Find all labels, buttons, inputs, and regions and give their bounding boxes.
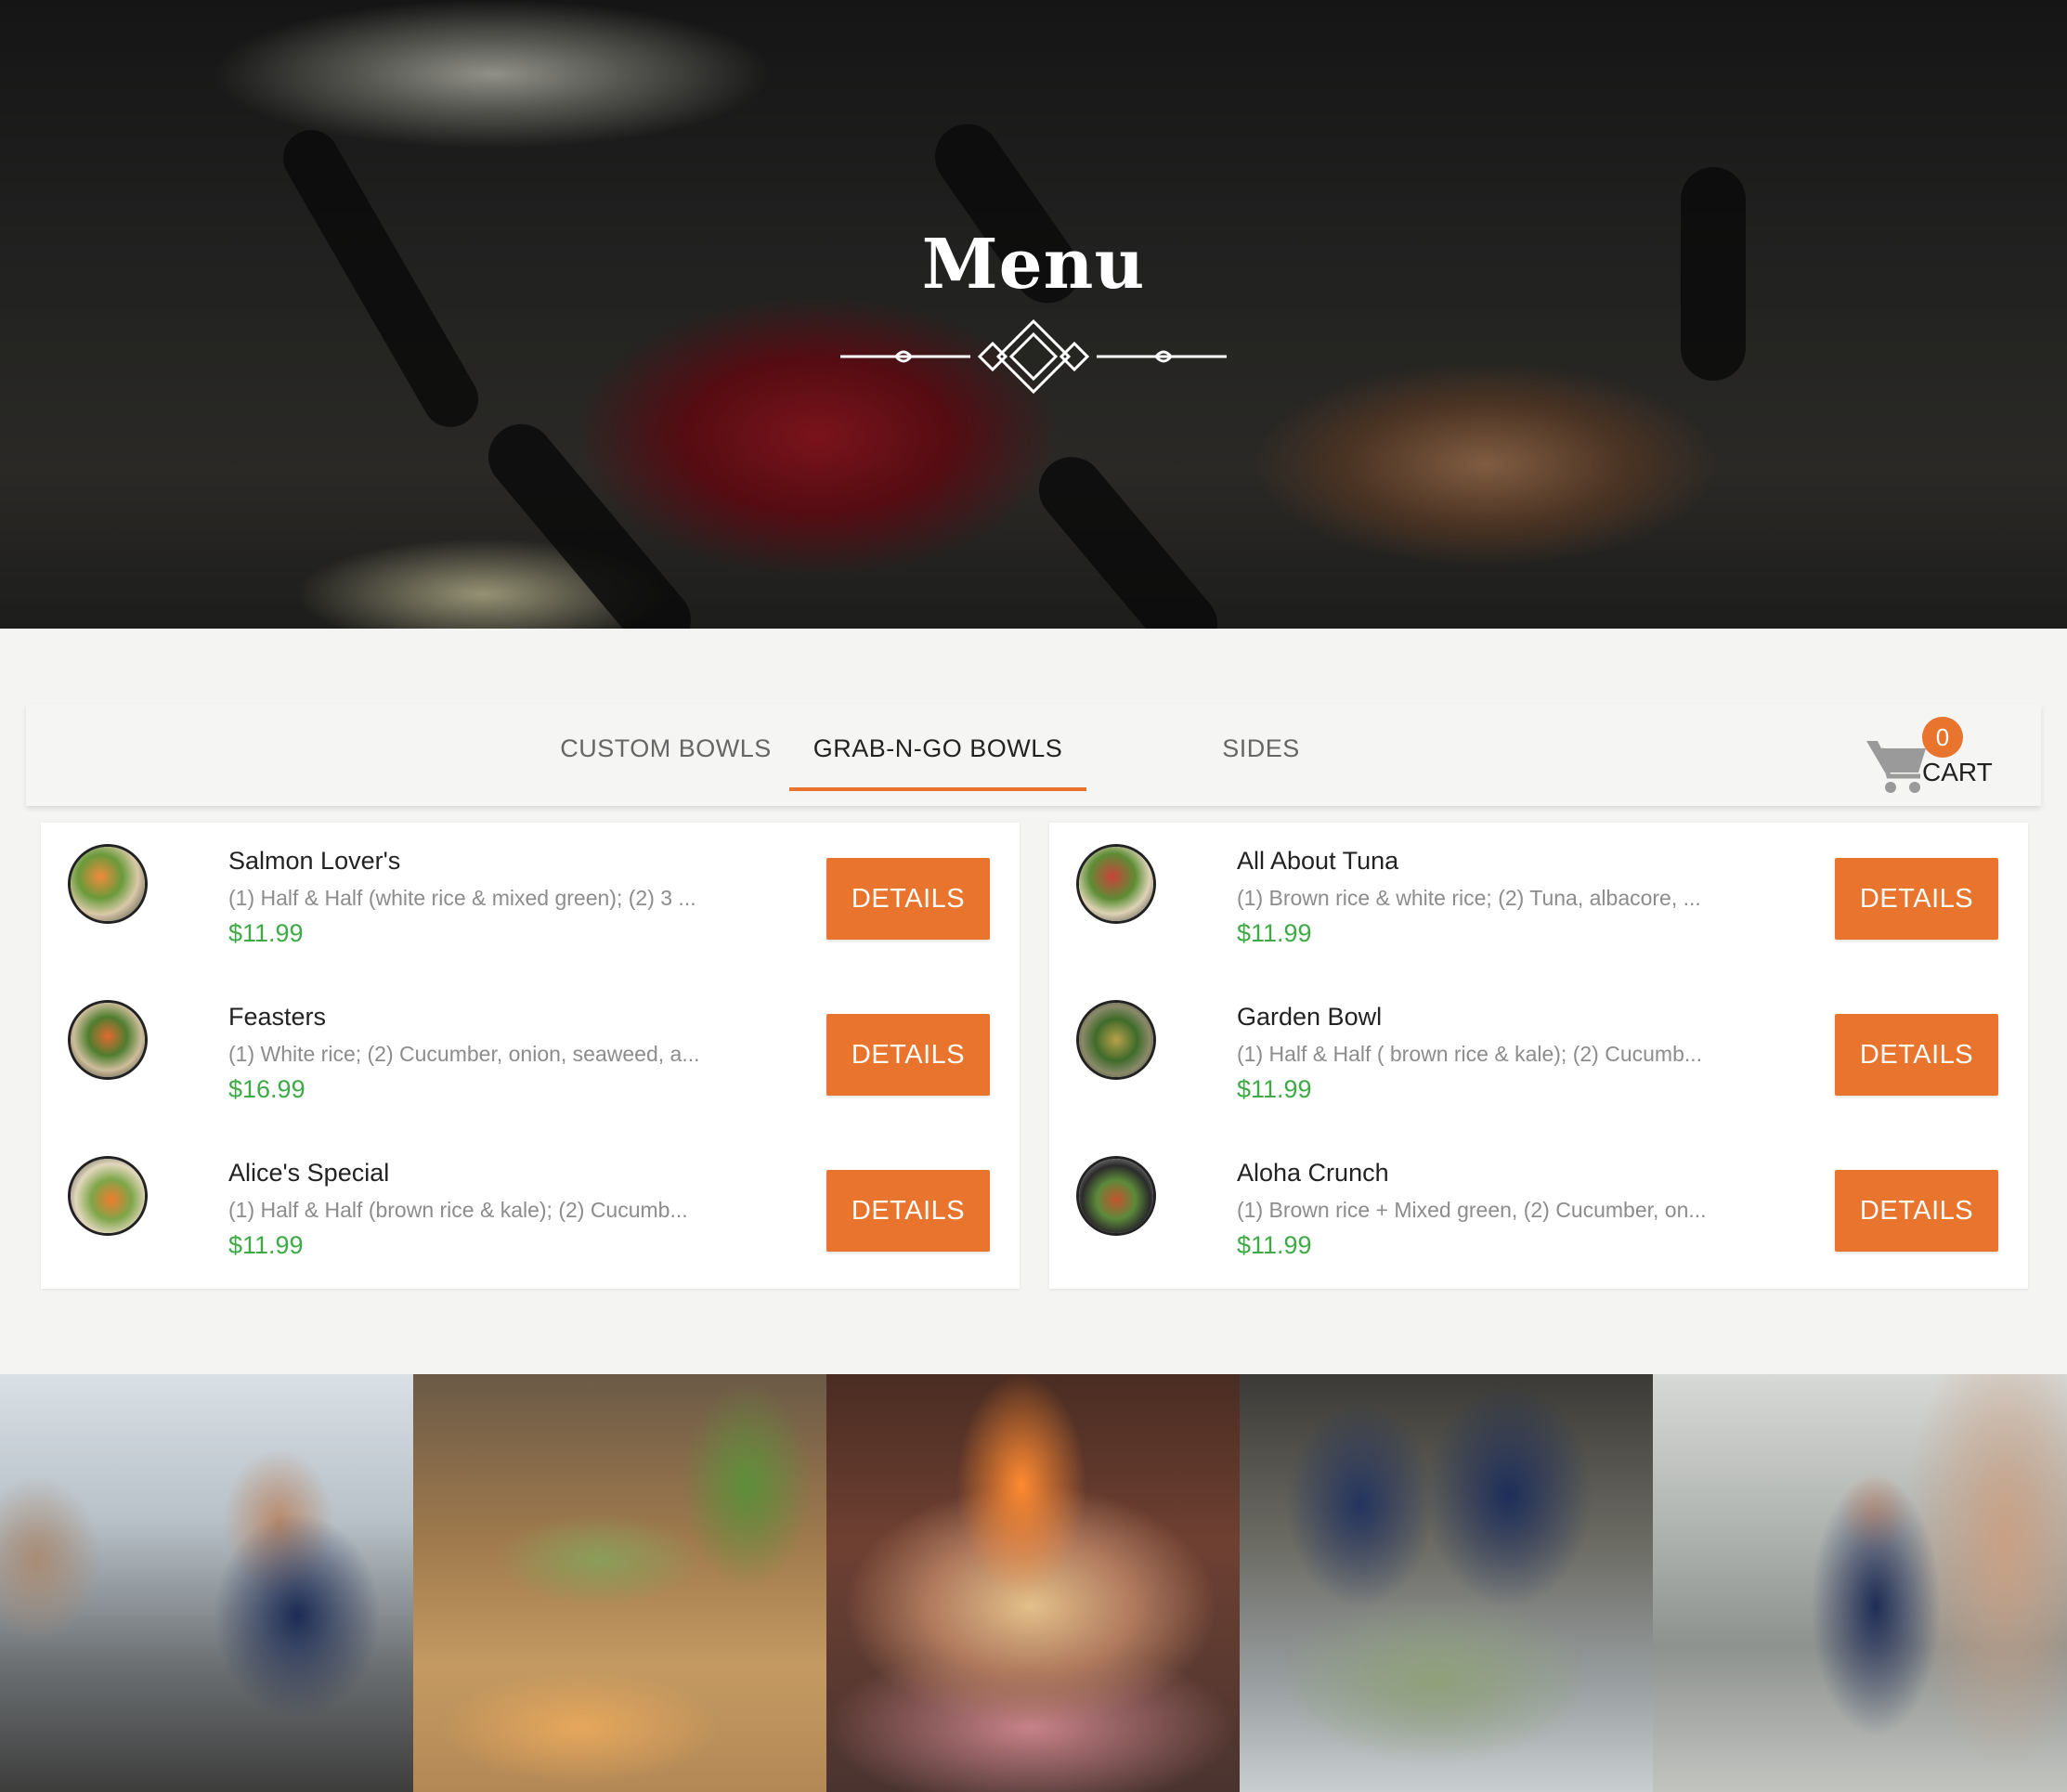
tab-custom-bowls[interactable]: CUSTOM BOWLS: [522, 704, 810, 806]
item-price: $11.99: [1237, 1231, 1312, 1259]
page-title: Menu: [921, 225, 1146, 305]
salmon-bowl-thumbnail: [71, 847, 145, 921]
menu-item-all-about-tuna: All About Tuna (1) Brown rice & white ri…: [1049, 823, 2028, 979]
details-button[interactable]: DETAILS: [826, 1170, 990, 1252]
menu-item-alices-special: Alice's Special (1) Half & Half (brown r…: [41, 1135, 1020, 1291]
item-price: $11.99: [228, 919, 304, 947]
item-price: $11.99: [228, 1231, 304, 1259]
menu-item-garden-bowl: Garden Bowl (1) Half & Half ( brown rice…: [1049, 979, 2028, 1135]
menu-item-salmon-lovers: Salmon Lover's (1) Half & Half (white ri…: [41, 823, 1020, 979]
feasters-bowl-thumbnail: [71, 1003, 145, 1077]
item-name: Garden Bowl: [1237, 1003, 1383, 1031]
item-description: (1) Brown rice & white rice; (2) Tuna, a…: [1237, 886, 1701, 910]
hero-overlay: [0, 0, 2067, 629]
cart-label: CART: [1922, 758, 1993, 786]
details-button[interactable]: DETAILS: [826, 858, 990, 940]
item-name: Salmon Lover's: [228, 847, 401, 875]
menu-item-feasters: Feasters (1) White rice; (2) Cucumber, o…: [41, 979, 1020, 1135]
item-price: $11.99: [1237, 1075, 1312, 1103]
menu-item-aloha-crunch: Aloha Crunch (1) Brown rice + Mixed gree…: [1049, 1135, 2028, 1291]
tab-grab-n-go-bowls[interactable]: GRAB-N-GO BOWLS: [789, 704, 1086, 806]
alices-special-bowl-thumbnail: [71, 1159, 145, 1233]
tab-sides[interactable]: SIDES: [1159, 704, 1363, 806]
details-button[interactable]: DETAILS: [826, 1014, 990, 1096]
spam-musubi-photo: [413, 1374, 826, 1792]
cart-count-badge: 0: [1922, 717, 1963, 758]
garden-bowl-thumbnail: [1079, 1003, 1153, 1077]
street-bowl-photo: [1653, 1374, 2067, 1792]
photo-gallery: [0, 1374, 2067, 1792]
item-price: $11.99: [1237, 919, 1312, 947]
restaurant-counter-photo: [0, 1374, 413, 1792]
shopping-cart-icon: [1866, 741, 1926, 793]
menu-column-left: Salmon Lover's (1) Half & Half (white ri…: [41, 823, 1020, 1289]
item-description: (1) White rice; (2) Cucumber, onion, sea…: [228, 1042, 700, 1066]
hero-banner: Menu: [0, 0, 2067, 629]
item-description: (1) Half & Half (white rice & mixed gree…: [228, 886, 696, 910]
tuna-bowl-thumbnail: [1079, 847, 1153, 921]
torched-fish-photo: [826, 1374, 1240, 1792]
ornament-divider-icon: [840, 318, 1227, 395]
details-button[interactable]: DETAILS: [1835, 858, 1998, 940]
category-tabbar: CUSTOM BOWLS GRAB-N-GO BOWLS SIDES 0 CAR…: [26, 704, 2041, 806]
item-name: Aloha Crunch: [1237, 1159, 1389, 1187]
item-description: (1) Half & Half ( brown rice & kale); (2…: [1237, 1042, 1703, 1066]
item-name: Alice's Special: [228, 1159, 390, 1187]
item-price: $16.99: [228, 1075, 306, 1103]
item-name: Feasters: [228, 1003, 327, 1031]
aloha-crunch-bowl-thumbnail: [1079, 1159, 1153, 1233]
staff-prep-photo: [1240, 1374, 1653, 1792]
details-button[interactable]: DETAILS: [1835, 1170, 1998, 1252]
item-name: All About Tuna: [1237, 847, 1399, 875]
item-description: (1) Brown rice + Mixed green, (2) Cucumb…: [1237, 1198, 1707, 1222]
cart-button[interactable]: 0 CART: [1865, 713, 2022, 797]
item-description: (1) Half & Half (brown rice & kale); (2)…: [228, 1198, 688, 1222]
menu-column-right: All About Tuna (1) Brown rice & white ri…: [1049, 823, 2028, 1289]
details-button[interactable]: DETAILS: [1835, 1014, 1998, 1096]
